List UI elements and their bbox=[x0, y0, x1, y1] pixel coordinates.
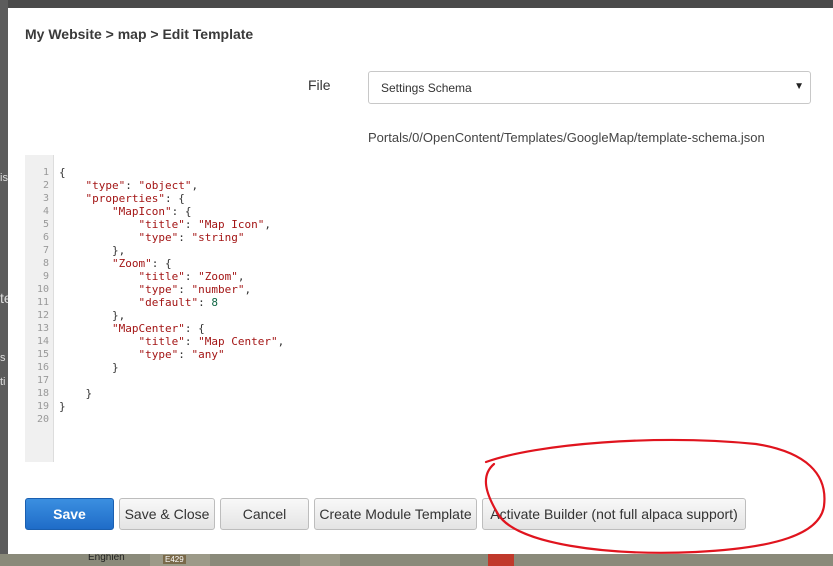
code-line: "MapCenter": { bbox=[111, 322, 205, 335]
code-line: "type": "number", bbox=[138, 283, 252, 296]
line-number-gutter: 1 2 3 4 5 6 7 8 9 10 11 12 13 14 15 16 17 18 19 20 bbox=[25, 155, 54, 462]
code-line: "default": 8 bbox=[138, 296, 218, 309]
line-number: 7 bbox=[42, 245, 49, 256]
code-line: "title": "Map Center", bbox=[138, 335, 285, 348]
line-number: 5 bbox=[42, 219, 49, 230]
line-number: 8 bbox=[42, 258, 49, 269]
save-close-button[interactable]: Save & Close bbox=[119, 498, 215, 530]
create-module-template-button[interactable]: Create Module Template bbox=[314, 498, 477, 530]
line-number: 9 bbox=[42, 271, 49, 282]
code-line: } bbox=[111, 361, 119, 374]
file-label: File bbox=[308, 77, 331, 93]
chevron-down-icon: ▼ bbox=[794, 81, 804, 92]
map-road bbox=[300, 554, 340, 566]
map-route-label: E429 bbox=[163, 555, 186, 564]
code-line: "Zoom": { bbox=[111, 257, 172, 270]
code-line: "type": "string" bbox=[138, 231, 245, 244]
background-page-edge: is te s ti bbox=[0, 0, 12, 566]
code-line: } bbox=[59, 400, 66, 413]
code-line: "type": "object", bbox=[85, 179, 199, 192]
line-number: 2 bbox=[42, 180, 49, 191]
code-line: "title": "Zoom", bbox=[138, 270, 245, 283]
line-number: 19 bbox=[36, 401, 49, 412]
line-number: 1 bbox=[42, 167, 49, 178]
line-number: 3 bbox=[42, 193, 49, 204]
file-path: Portals/0/OpenContent/Templates/GoogleMa… bbox=[368, 130, 765, 145]
code-line: }, bbox=[111, 309, 126, 322]
line-number: 6 bbox=[42, 232, 49, 243]
code-editor[interactable]: 1 2 3 4 5 6 7 8 9 10 11 12 13 14 15 16 17 18 19 20 { "type"… bbox=[25, 155, 815, 462]
line-number: 20 bbox=[36, 414, 49, 425]
background-text-fragment: ti bbox=[0, 376, 6, 388]
background-text-fragment: s bbox=[0, 352, 6, 364]
line-number: 12 bbox=[36, 310, 49, 321]
code-line: "title": "Map Icon", bbox=[138, 218, 271, 231]
cancel-button[interactable]: Cancel bbox=[220, 498, 309, 530]
code-line: "type": "any" bbox=[138, 348, 225, 361]
code-line: { bbox=[59, 166, 66, 179]
line-number: 14 bbox=[36, 336, 49, 347]
line-number: 10 bbox=[36, 284, 49, 295]
background-text-fragment: is bbox=[0, 172, 8, 184]
code-line: }, bbox=[111, 244, 126, 257]
file-select-value: Settings Schema bbox=[381, 81, 472, 95]
line-number: 4 bbox=[42, 206, 49, 217]
save-button[interactable]: Save bbox=[25, 498, 114, 530]
code-line: "properties": { bbox=[85, 192, 185, 205]
code-line: "MapIcon": { bbox=[111, 205, 192, 218]
breadcrumb: My Website > map > Edit Template bbox=[25, 26, 254, 42]
annotation-circle bbox=[484, 438, 826, 554]
line-number: 17 bbox=[36, 375, 49, 386]
file-select[interactable]: Settings Schema ▼ bbox=[368, 71, 811, 104]
line-number: 16 bbox=[36, 362, 49, 373]
code-line: } bbox=[85, 387, 93, 400]
line-number: 13 bbox=[36, 323, 49, 334]
line-number: 18 bbox=[36, 388, 49, 399]
line-number: 15 bbox=[36, 349, 49, 360]
line-number: 11 bbox=[36, 297, 49, 308]
